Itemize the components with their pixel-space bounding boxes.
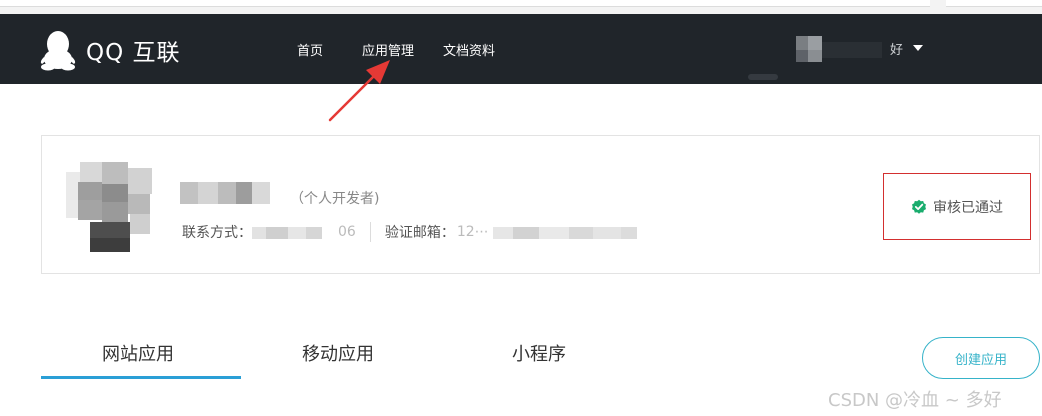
contact-row: 联系方式： 06 验证邮箱： 12⋯: [182, 222, 643, 242]
redaction-smudge: [748, 74, 778, 80]
tab-mobile-apps[interactable]: 移动应用: [302, 340, 374, 366]
verified-check-icon: [912, 199, 926, 214]
chevron-down-icon: [913, 45, 924, 51]
review-status-text: 审核已通过: [933, 199, 1003, 216]
contact-label: 联系方式：: [182, 225, 252, 241]
browser-strip: [0, 0, 1042, 14]
active-tab-indicator: [41, 376, 241, 379]
app-type-tabs: 网站应用 移动应用 小程序: [0, 330, 900, 382]
user-menu[interactable]: 好: [792, 30, 924, 66]
contact-divider: [369, 222, 371, 242]
nav-documentation[interactable]: 文档资料: [443, 40, 495, 59]
avatar-pixelated: [66, 162, 158, 254]
user-name-pixelated: [792, 30, 888, 66]
developer-name-pixelated: [180, 180, 272, 206]
email-value-pixelated: [492, 223, 643, 241]
tab-website-apps[interactable]: 网站应用: [102, 340, 174, 366]
address-bar-remnant: [0, 0, 930, 7]
contact-value-pixelated: [252, 223, 338, 241]
user-name-tail: 好: [890, 42, 904, 58]
tab-mini-programs[interactable]: 小程序: [512, 340, 566, 366]
developer-type-label: （个人开发者): [290, 191, 380, 207]
csdn-watermark: CSDN @冷血 ~ 多好: [828, 390, 1002, 411]
top-header: QQ 互联 首页 应用管理 文档资料 好: [0, 14, 1042, 84]
red-annotation-arrow: [328, 60, 390, 122]
create-app-button[interactable]: 创建应用: [922, 337, 1040, 379]
email-label: 验证邮箱：: [384, 225, 455, 241]
email-value-head: 12⋯: [456, 224, 489, 240]
toolbar-remnant: [946, 0, 1042, 7]
developer-info-card: （个人开发者) 联系方式： 06 验证邮箱： 12⋯ 审核已通过: [41, 135, 1040, 274]
contact-value-tail: 06: [338, 224, 356, 240]
review-status-box: 审核已通过: [883, 173, 1031, 240]
